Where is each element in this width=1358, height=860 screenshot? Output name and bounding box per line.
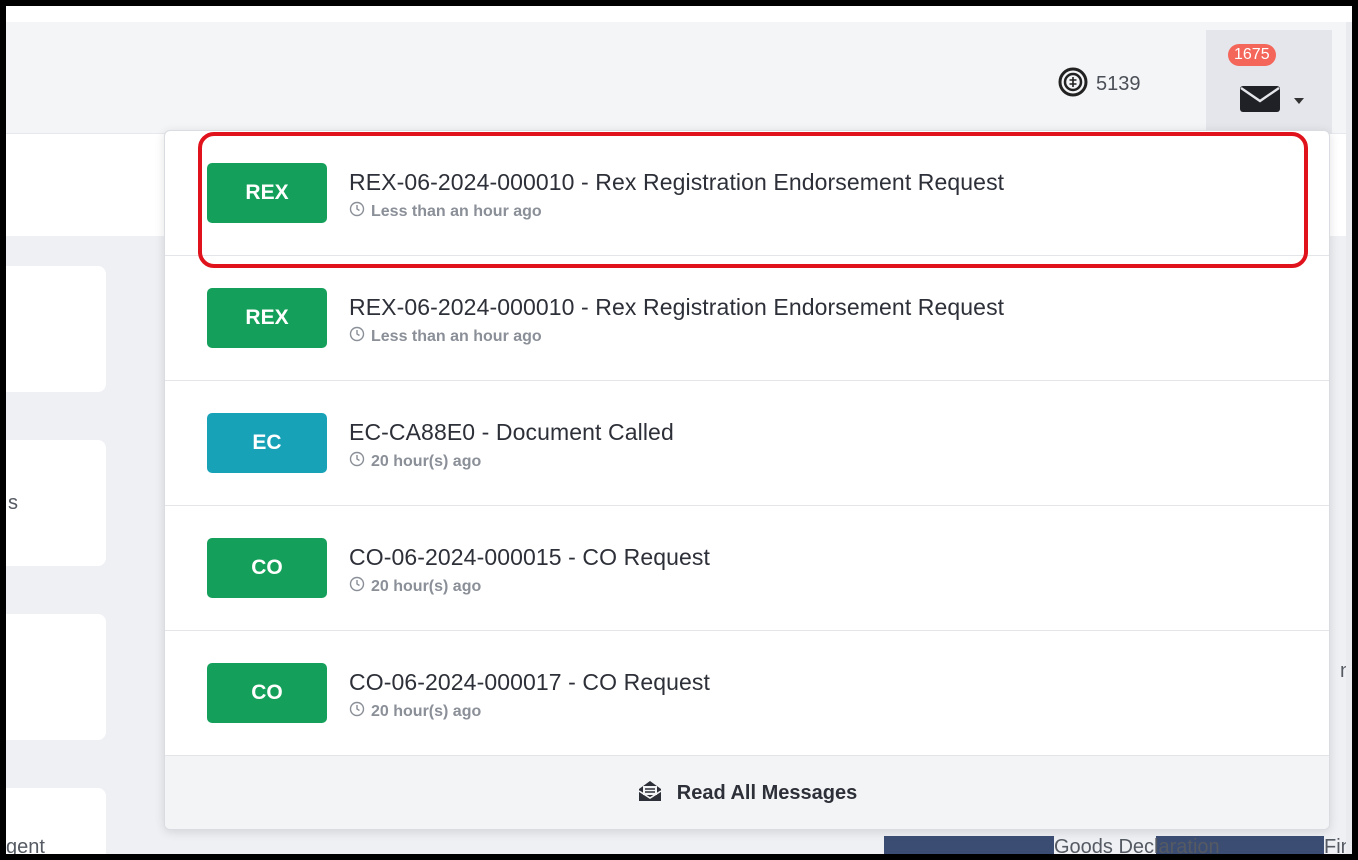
tile-label-goods[interactable]: Goods Declaration bbox=[1054, 836, 1220, 854]
message-time: Less than an hour ago bbox=[349, 201, 542, 222]
dashboard-card[interactable] bbox=[6, 614, 106, 740]
dashboard-card[interactable] bbox=[6, 440, 106, 566]
message-title: EC-CA88E0 - Document Called bbox=[349, 419, 674, 445]
message-item[interactable]: CO CO-06-2024-000015 - CO Request 20 hou… bbox=[165, 506, 1329, 631]
clock-icon bbox=[349, 576, 365, 597]
message-time: Less than an hour ago bbox=[349, 326, 542, 347]
message-item[interactable]: EC EC-CA88E0 - Document Called 20 hour(s… bbox=[165, 381, 1329, 506]
page-edge bbox=[1346, 22, 1352, 854]
message-type-tag: REX bbox=[207, 288, 327, 348]
message-type-tag: REX bbox=[207, 163, 327, 223]
message-title: REX-06-2024-000010 - Rex Registration En… bbox=[349, 294, 1005, 320]
app-window: s gent n Goods Declaration Financial Ins… bbox=[6, 6, 1352, 854]
messages-dropdown: REX REX-06-2024-000010 - Rex Registratio… bbox=[164, 130, 1330, 830]
message-time-text: 20 hour(s) ago bbox=[371, 702, 482, 720]
message-item[interactable]: CO CO-06-2024-000017 - CO Request 20 hou… bbox=[165, 631, 1329, 756]
clock-icon bbox=[349, 326, 365, 347]
message-item[interactable]: REX REX-06-2024-000010 - Rex Registratio… bbox=[165, 131, 1329, 256]
unread-count-badge: 1675 bbox=[1228, 44, 1276, 66]
clock-icon bbox=[349, 201, 365, 222]
message-time-text: Less than an hour ago bbox=[371, 327, 542, 345]
message-title: CO-06-2024-000015 - CO Request bbox=[349, 544, 710, 570]
message-type-tag: CO bbox=[207, 663, 327, 723]
message-time-text: Less than an hour ago bbox=[371, 202, 542, 220]
top-strip bbox=[6, 6, 1352, 22]
read-all-messages-button[interactable]: Read All Messages bbox=[165, 756, 1329, 829]
envelope-icon bbox=[1238, 84, 1282, 119]
clock-icon bbox=[349, 451, 365, 472]
wallet-balance[interactable]: 5139 bbox=[1058, 67, 1141, 102]
message-type-tag: CO bbox=[207, 538, 327, 598]
message-time: 20 hour(s) ago bbox=[349, 451, 481, 472]
top-navbar bbox=[6, 22, 1352, 134]
card-label-fragment: s bbox=[8, 492, 18, 514]
message-title: CO-06-2024-000017 - CO Request bbox=[349, 669, 710, 695]
message-time-text: 20 hour(s) ago bbox=[371, 452, 482, 470]
message-time: 20 hour(s) ago bbox=[349, 701, 481, 722]
message-time-text: 20 hour(s) ago bbox=[371, 577, 482, 595]
chevron-down-icon bbox=[1294, 98, 1304, 104]
message-time: 20 hour(s) ago bbox=[349, 576, 481, 597]
card-label-fragment: gent bbox=[6, 836, 45, 854]
message-title: REX-06-2024-000010 - Rex Registration En… bbox=[349, 169, 1005, 195]
message-item[interactable]: REX REX-06-2024-000010 - Rex Registratio… bbox=[165, 256, 1329, 381]
read-all-label: Read All Messages bbox=[676, 782, 858, 804]
message-type-tag: EC bbox=[207, 413, 327, 473]
wallet-amount: 5139 bbox=[1096, 72, 1141, 95]
envelope-open-icon bbox=[637, 779, 663, 808]
coin-icon bbox=[1058, 67, 1088, 102]
messages-dropdown-toggle[interactable]: 1675 bbox=[1206, 30, 1332, 134]
tile-icon-block bbox=[884, 836, 1054, 854]
dashboard-card[interactable] bbox=[6, 266, 106, 392]
clock-icon bbox=[349, 701, 365, 722]
